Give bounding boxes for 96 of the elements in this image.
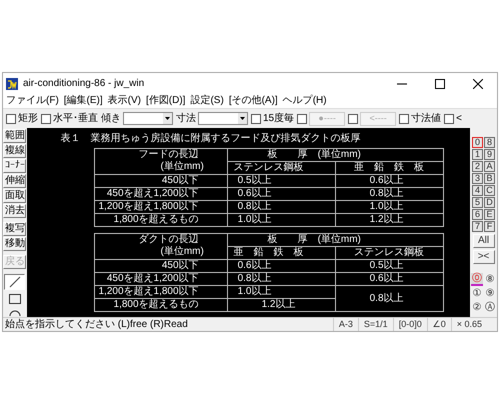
table-cell-text: 1,800を超えるもの xyxy=(112,214,200,226)
drawing-canvas[interactable] xyxy=(26,128,470,317)
close-icon xyxy=(473,78,483,88)
table-cell-text: 450を超え1,200以下 xyxy=(106,188,200,200)
checkbox[interactable] xyxy=(251,114,261,124)
table-cell-text: 0.6以上 xyxy=(368,273,405,285)
layer-option-button[interactable]: All xyxy=(472,234,495,248)
layer-button[interactable]: 0 xyxy=(472,137,484,148)
table-cell-text: 450以下 xyxy=(160,175,200,187)
menu-item[interactable]: ファイル(F) xyxy=(6,96,59,106)
table-cell-text: 1.0以上 xyxy=(236,214,272,226)
menu-item[interactable]: ヘルプ(H) xyxy=(282,96,327,106)
tool-button[interactable]: 複写 xyxy=(3,222,26,236)
table-cell-text: 1.0以上 xyxy=(368,201,405,213)
table-cell-text: 1.2以上 xyxy=(260,299,296,311)
layer-button[interactable]: 4 xyxy=(472,185,484,196)
tool-button[interactable]: 範囲 xyxy=(3,129,26,143)
header-cell-text: ダクトの長辺 xyxy=(138,234,200,246)
table-cell-text: 1,800を超えるもの xyxy=(112,299,200,311)
checkbox-label: 水平･垂直 xyxy=(53,112,98,126)
layer-button[interactable]: F xyxy=(484,221,496,232)
menu-item[interactable]: 表示(V) xyxy=(108,96,142,106)
tool-button[interactable]: 伸縮 xyxy=(3,174,26,188)
status-field: S=1/1 xyxy=(358,318,393,332)
header-cell-text: フードの長辺 xyxy=(138,149,200,161)
status-field: × 0.65 xyxy=(450,318,487,332)
status-field: A-3 xyxy=(332,318,358,332)
checkbox[interactable] xyxy=(6,114,16,124)
line-icon xyxy=(8,276,21,288)
layer-group-button[interactable]: Ⓐ xyxy=(484,301,496,314)
menu-item[interactable]: [編集(E)] xyxy=(64,96,103,106)
checkbox[interactable] xyxy=(399,114,410,124)
checkbox-label: 寸法値 xyxy=(411,112,442,126)
layer-button[interactable]: 5 xyxy=(472,197,484,208)
checkbox[interactable] xyxy=(41,114,51,124)
layer-button[interactable]: C xyxy=(484,185,496,196)
dropdown-field[interactable] xyxy=(123,112,173,125)
table-cell-text: 450以下 xyxy=(160,260,200,272)
layer-button[interactable]: 3 xyxy=(472,173,484,184)
status-field: [0-0]0 xyxy=(392,318,427,332)
table-cell-text: 0.8以上 xyxy=(368,188,405,200)
header-cell-text: ステンレス鋼板 xyxy=(232,162,305,174)
menu-item[interactable]: 設定(S) xyxy=(190,96,224,106)
menu-item[interactable]: [その他(A)] xyxy=(228,96,278,106)
header-cell-text: (単位mm) xyxy=(160,161,205,173)
status-message: 始点を指示してください (L)free (R)Read xyxy=(4,318,188,332)
table-cell-text: 0.6以上 xyxy=(236,188,272,200)
tool-button[interactable]: ｺｰﾅｰ xyxy=(3,159,26,173)
table-cell-text: 0.8以上 xyxy=(368,292,405,304)
table-cell-text: 1.2以上 xyxy=(368,214,405,226)
header-cell-text: ステンレス鋼板 xyxy=(353,247,426,259)
header-cell-text: 板 厚 (単位mm) xyxy=(266,149,362,161)
layer-button[interactable]: 6 xyxy=(472,209,484,220)
rectangle-icon xyxy=(8,294,21,304)
tool-button[interactable]: 面取 xyxy=(3,189,26,203)
layer-button[interactable]: A xyxy=(484,161,496,172)
table-cell-text: 450を超え1,200以下 xyxy=(106,273,200,285)
tool-button[interactable]: 移動 xyxy=(3,237,26,251)
header-cell-text: 板 厚 (単位mm) xyxy=(266,234,362,246)
maximize-icon xyxy=(435,78,445,88)
shape-tool-button[interactable] xyxy=(4,274,26,290)
checkbox[interactable] xyxy=(444,114,454,124)
layer-option-button[interactable]: >< xyxy=(472,250,495,264)
window-title: air-conditioning-86 - jw_win xyxy=(23,77,144,91)
drawing-title: 表１ 業務用ちゅう房設備に附属するフード及び排気ダクトの板厚 xyxy=(60,134,362,144)
table-cell-text: 0.8以上 xyxy=(236,201,272,213)
layer-button[interactable]: 8 xyxy=(484,137,496,148)
table-cell-text: 0.5以上 xyxy=(236,175,272,187)
layer-button[interactable]: B xyxy=(484,173,496,184)
table-cell-text: 0.6以上 xyxy=(236,260,272,272)
checkbox-label: 15度毎 xyxy=(263,112,294,126)
layer-button[interactable]: 2 xyxy=(472,161,484,172)
layer-button[interactable]: 9 xyxy=(484,149,496,160)
app-logo-icon xyxy=(6,78,18,90)
table-cell-text: 0.5以上 xyxy=(368,260,405,272)
table-cell-text: 1,200を超え1,800以下 xyxy=(98,286,200,298)
field-label: 寸法 xyxy=(176,112,196,126)
layer-button[interactable]: 1 xyxy=(472,149,484,160)
table-cell-text: 1,200を超え1,800以下 xyxy=(98,201,200,213)
dropdown-field[interactable] xyxy=(198,112,248,125)
checkbox-label: < xyxy=(456,112,462,126)
tool-button[interactable]: 複線 xyxy=(3,144,26,158)
header-cell-text: 亜 鉛 鉄 板 xyxy=(353,162,426,174)
tool-button[interactable]: 消去 xyxy=(3,204,26,218)
header-cell-text: (単位mm) xyxy=(160,246,205,258)
layer-button[interactable]: D xyxy=(484,197,496,208)
layer-button[interactable]: 7 xyxy=(472,221,484,232)
table-cell-text: 1.0以上 xyxy=(236,286,272,298)
layer-button[interactable]: E xyxy=(484,209,496,220)
header-cell-text: 亜 鉛 鉄 板 xyxy=(232,247,305,259)
field-label: 傾き xyxy=(101,112,121,126)
table-cell-text: 0.6以上 xyxy=(368,175,405,187)
menu-item[interactable]: [作図(D)] xyxy=(146,96,186,106)
checkbox-label: 矩形 xyxy=(18,112,38,126)
table-cell-text: 0.8以上 xyxy=(236,273,272,285)
status-field: ∠0 xyxy=(426,318,451,332)
